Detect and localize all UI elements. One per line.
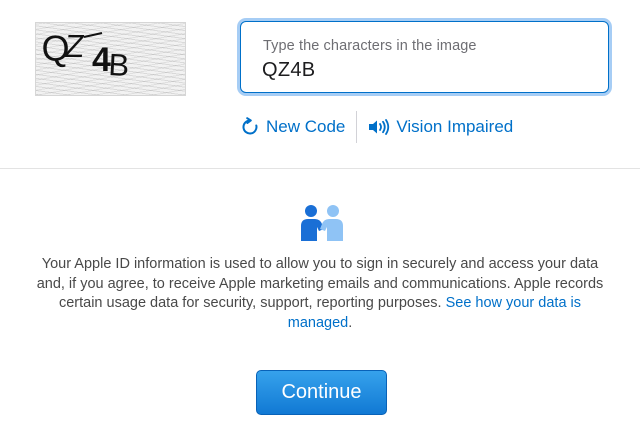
captcha-verification-page: Q Z 4 B Type the characters in the image…: [0, 0, 640, 429]
privacy-notice: Your Apple ID information is used to all…: [30, 255, 610, 333]
refresh-icon: [240, 117, 260, 137]
captcha-image: Q Z 4 B: [35, 22, 186, 96]
continue-label: Continue: [281, 381, 362, 403]
captcha-input-label: Type the characters in the image: [263, 38, 477, 54]
vision-impaired-label: Vision Impaired: [396, 117, 514, 136]
people-handshake-icon: [299, 204, 345, 242]
vision-impaired-button[interactable]: Vision Impaired: [368, 117, 513, 137]
section-divider: [0, 168, 640, 169]
speaker-icon: [368, 118, 390, 136]
svg-text:B: B: [108, 47, 130, 83]
actions-divider: [356, 111, 358, 143]
continue-button[interactable]: Continue: [256, 370, 387, 415]
captcha-actions: New Code Vision Impaired: [240, 110, 513, 144]
captcha-input-field[interactable]: Type the characters in the image QZ4B: [240, 21, 609, 93]
new-code-button[interactable]: New Code: [240, 117, 345, 137]
svg-text:Z: Z: [62, 28, 87, 64]
captcha-text-graphic: Q Z 4 B: [41, 27, 130, 83]
captcha-input-value[interactable]: QZ4B: [262, 59, 315, 82]
new-code-label: New Code: [266, 117, 346, 136]
privacy-link-suffix: .: [348, 314, 353, 331]
